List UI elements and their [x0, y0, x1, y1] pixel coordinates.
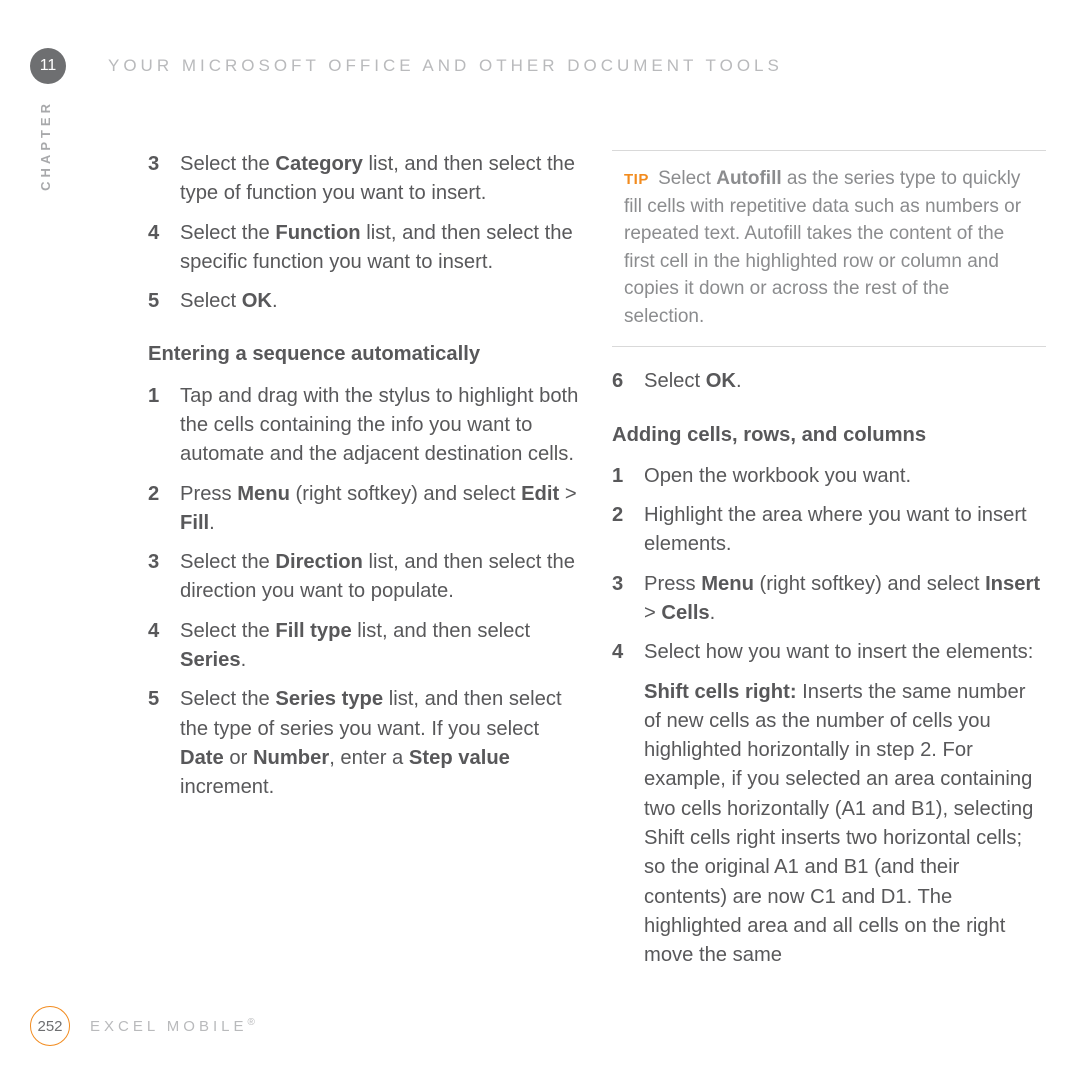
- step-text: Select the Function list, and then selec…: [180, 219, 582, 278]
- step-number: 5: [148, 685, 166, 802]
- step-number: 4: [612, 638, 630, 970]
- step-text: Press Menu (right softkey) and select In…: [644, 570, 1046, 629]
- step-text: Open the workbook you want.: [644, 462, 1046, 491]
- chapter-number-badge: 11: [30, 48, 66, 84]
- chapter-number: 11: [40, 57, 57, 75]
- list-item: 5 Select OK.: [148, 287, 582, 316]
- step-text: Select the Category list, and then selec…: [180, 150, 582, 209]
- step-number: 3: [148, 548, 166, 607]
- tip-callout: TIP Select Autofill as the series type t…: [612, 150, 1046, 347]
- step-text: Select OK.: [180, 287, 582, 316]
- page-header-title: YOUR MICROSOFT OFFICE AND OTHER DOCUMENT…: [108, 56, 783, 76]
- section-heading-adding: Adding cells, rows, and columns: [612, 421, 1046, 450]
- step-number: 6: [612, 367, 630, 396]
- list-item: 2 Highlight the area where you want to i…: [612, 501, 1046, 560]
- shift-cells-description: Shift cells right: Inserts the same numb…: [644, 678, 1046, 971]
- step-number: 4: [148, 219, 166, 278]
- list-item: 6 Select OK.: [612, 367, 1046, 396]
- list-item: 1 Open the workbook you want.: [612, 462, 1046, 491]
- content-area: 3 Select the Category list, and then sel…: [148, 150, 1048, 980]
- sequence-steps: 1 Tap and drag with the stylus to highli…: [148, 382, 582, 803]
- step-number: 4: [148, 617, 166, 676]
- step-text: Select OK.: [644, 367, 1046, 396]
- footer-section-title: EXCEL MOBILE®: [90, 1017, 259, 1035]
- step-text: Select the Direction list, and then sele…: [180, 548, 582, 607]
- step-text: Press Menu (right softkey) and select Ed…: [180, 480, 582, 539]
- list-item: 4 Select the Fill type list, and then se…: [148, 617, 582, 676]
- page-footer: 252 EXCEL MOBILE®: [30, 1006, 259, 1046]
- tip-label: TIP: [624, 171, 649, 188]
- step-text: Select the Series type list, and then se…: [180, 685, 582, 802]
- step-text: Highlight the area where you want to ins…: [644, 501, 1046, 560]
- step-number: 1: [148, 382, 166, 470]
- step-number: 2: [148, 480, 166, 539]
- page-number: 252: [37, 1018, 62, 1035]
- step-number: 2: [612, 501, 630, 560]
- list-item: 5 Select the Series type list, and then …: [148, 685, 582, 802]
- sequence-steps-continued: 6 Select OK.: [612, 367, 1046, 396]
- section-heading-sequence: Entering a sequence automatically: [148, 340, 582, 369]
- step-text: Select the Fill type list, and then sele…: [180, 617, 582, 676]
- page-number-badge: 252: [30, 1006, 70, 1046]
- step-number: 3: [148, 150, 166, 209]
- list-item: 3 Press Menu (right softkey) and select …: [612, 570, 1046, 629]
- list-item: 1 Tap and drag with the stylus to highli…: [148, 382, 582, 470]
- step-text: Tap and drag with the stylus to highligh…: [180, 382, 582, 470]
- step-number: 5: [148, 287, 166, 316]
- list-item: 4 Select the Function list, and then sel…: [148, 219, 582, 278]
- list-item: 3 Select the Direction list, and then se…: [148, 548, 582, 607]
- step-number: 3: [612, 570, 630, 629]
- step-text: Select how you want to insert the elemen…: [644, 638, 1046, 970]
- adding-steps: 1 Open the workbook you want. 2 Highligh…: [612, 462, 1046, 971]
- chapter-side-label: CHAPTER: [38, 100, 53, 191]
- list-item: 4 Select how you want to insert the elem…: [612, 638, 1046, 970]
- step-number: 1: [612, 462, 630, 491]
- list-item: 2 Press Menu (right softkey) and select …: [148, 480, 582, 539]
- left-column: 3 Select the Category list, and then sel…: [148, 150, 582, 980]
- list-item: 3 Select the Category list, and then sel…: [148, 150, 582, 209]
- right-column: TIP Select Autofill as the series type t…: [612, 150, 1046, 980]
- function-steps-continued: 3 Select the Category list, and then sel…: [148, 150, 582, 316]
